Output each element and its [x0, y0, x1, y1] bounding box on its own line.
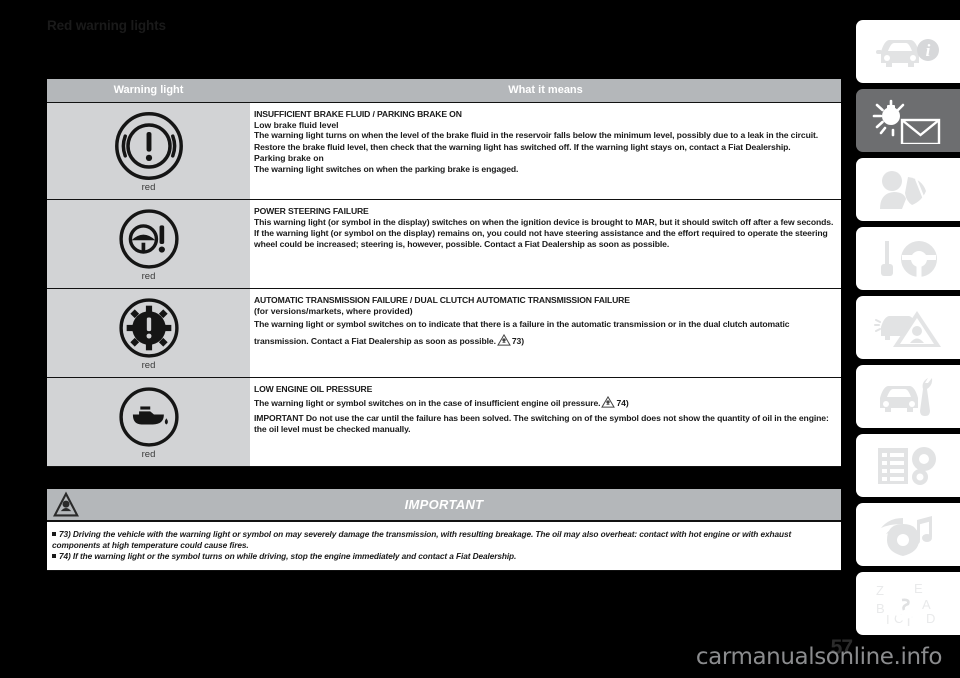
watermark: carmanualsonline.info	[695, 644, 943, 670]
airbag-occupant-icon	[880, 170, 934, 209]
entry-title: POWER STEERING FAILURE	[254, 206, 369, 216]
index-magnifier-icon: Z B I C T E A D	[876, 581, 935, 627]
low-oil-pressure-symbol	[118, 387, 179, 447]
entry-body: This warning light (or symbol in the dis…	[254, 216, 834, 250]
warning-triangle-icon	[496, 333, 511, 351]
important-box: IMPORTANT 73) Driving the vehicle with t…	[47, 489, 841, 572]
symbol-color-label: red	[141, 182, 156, 193]
description-cell: LOW ENGINE OIL PRESSURE The warning ligh…	[250, 377, 841, 467]
table-row: red POWER STEERING FAILURE This warning …	[47, 199, 841, 289]
car-info-icon: i	[876, 38, 939, 67]
svg-text:B: B	[876, 601, 885, 616]
description-cell: POWER STEERING FAILURE This warning ligh…	[250, 199, 841, 289]
important-line-text: 73) Driving the vehicle with the warning…	[52, 529, 792, 551]
warning-light-envelope-icon	[872, 99, 941, 144]
important-body: 73) Driving the vehicle with the warning…	[47, 521, 841, 572]
svg-text:I: I	[886, 612, 890, 627]
page-title: Red warning lights	[47, 18, 166, 33]
column-header-warning-light: Warning light	[47, 79, 250, 103]
entry-body-suffix: 73)	[511, 335, 524, 346]
entry-body-2: The warning light switches on when the p…	[254, 163, 519, 174]
column-header-what-it-means: What it means	[250, 79, 841, 103]
transmission-failure-symbol	[118, 298, 179, 358]
important-header: IMPORTANT	[47, 489, 841, 521]
svg-text:D: D	[926, 611, 935, 626]
svg-text:Z: Z	[876, 583, 884, 598]
bullet-icon	[52, 532, 56, 536]
bullet-icon	[52, 554, 56, 559]
symbol-cell: red	[47, 199, 250, 289]
power-steering-symbol	[118, 209, 179, 269]
svg-text:A: A	[922, 597, 931, 612]
warning-triangle-icon	[601, 395, 616, 413]
table-header-row: Warning light What it means	[47, 79, 841, 103]
sidebar-item-knowing-the-dashboard[interactable]	[856, 89, 960, 152]
entry-title: LOW ENGINE OIL PRESSURE	[254, 384, 373, 394]
entry-title: INSUFFICIENT BRAKE FLUID / PARKING BRAKE…	[254, 109, 462, 119]
sidebar-item-maintenance-and-care[interactable]	[856, 365, 960, 428]
entry-body: The warning light or symbol switches on …	[254, 316, 835, 351]
watermark-text: carmanualsonline.info	[695, 644, 943, 670]
car-wrench-icon	[880, 377, 933, 416]
entry-body: The warning light or symbol switches on …	[254, 395, 835, 413]
svg-text:E: E	[914, 581, 923, 596]
symbol-cell: red	[47, 288, 250, 378]
entry-title: AUTOMATIC TRANSMISSION FAILURE / DUAL CL…	[254, 295, 630, 305]
sidebar-item-starting-and-driving[interactable]	[856, 227, 960, 290]
symbol-cell: red	[47, 102, 250, 200]
sidebar-item-safety[interactable]	[856, 158, 960, 221]
description-cell: AUTOMATIC TRANSMISSION FAILURE / DUAL CL…	[250, 288, 841, 378]
entry-body: The warning light turns on when the leve…	[254, 130, 819, 152]
important-title: IMPORTANT	[404, 497, 484, 512]
car-hazard-triangle-icon	[874, 310, 941, 347]
list-gears-icon	[878, 446, 936, 485]
important-line-text: 74) If the warning light or the symbol t…	[59, 551, 517, 562]
entry-subtitle: Low brake fluid level	[254, 119, 339, 130]
table-row: red LOW ENGINE OIL PRESSURE The warning …	[47, 377, 841, 467]
brake-warning-symbol	[114, 112, 183, 180]
description-cell: INSUFFICIENT BRAKE FLUID / PARKING BRAKE…	[250, 102, 841, 200]
symbol-cell: red	[47, 377, 250, 467]
entry-body-2: IMPORTANT Do not use the car until the f…	[254, 412, 829, 435]
table-row: red INSUFFICIENT BRAKE FLUID / PARKING B…	[47, 102, 841, 200]
svg-text:i: i	[926, 41, 931, 60]
page-content: Red warning lights Warning light What it…	[47, 18, 841, 572]
symbol-color-label: red	[141, 271, 156, 282]
entry-subtitle-2: Parking brake on	[254, 153, 324, 163]
entry-body-text: The warning light or symbol switches on …	[254, 397, 601, 408]
radio-music-icon	[881, 515, 932, 556]
sidebar-item-technical-specifications[interactable]	[856, 434, 960, 497]
sidebar-item-in-an-emergency[interactable]	[856, 296, 960, 359]
key-steering-wheel-icon	[881, 240, 937, 277]
entry-body-suffix: 74)	[616, 397, 629, 408]
entry-subtitle: (for versions/markets, where provided)	[254, 305, 413, 316]
chapter-tabs-sidebar: i Z B I C T E A D	[856, 20, 960, 641]
sidebar-item-alphabetical-index[interactable]: Z B I C T E A D	[856, 572, 960, 635]
important-line: 74) If the warning light or the symbol t…	[52, 551, 833, 562]
manual-page: Red warning lights Warning light What it…	[0, 0, 960, 678]
important-line: 73) Driving the vehicle with the warning…	[52, 529, 833, 551]
warning-lights-table: Warning light What it means red INSUFFIC…	[47, 79, 841, 467]
table-row: red AUTOMATIC TRANSMISSION FAILURE / DUA…	[47, 288, 841, 378]
symbol-color-label: red	[141, 449, 156, 460]
symbol-color-label: red	[141, 360, 156, 371]
sidebar-item-knowing-the-car[interactable]: i	[856, 20, 960, 83]
warning-triangle-icon	[53, 491, 79, 524]
sidebar-item-multimedia[interactable]	[856, 503, 960, 566]
